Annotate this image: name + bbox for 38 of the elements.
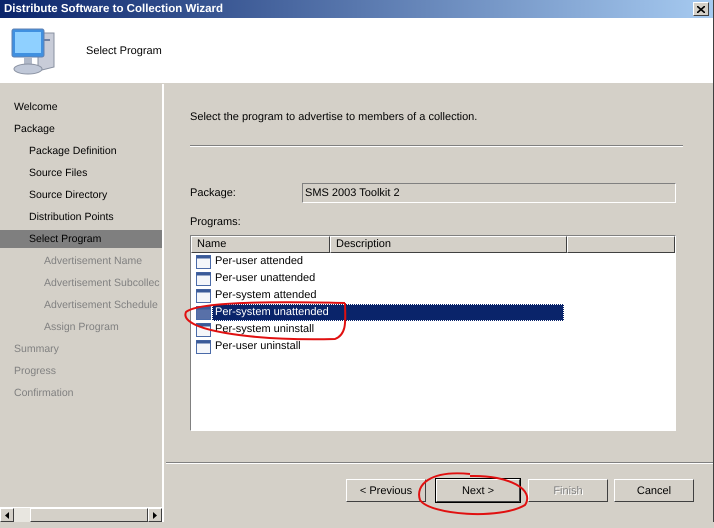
- programs-list[interactable]: Name Description Per-user attended Per-user unattended Per-system attended Per-system unattended Per-system uninstall Per-user uninstall: [190, 235, 676, 431]
- package-label: Package:: [190, 187, 237, 199]
- program-row[interactable]: Per-user attended: [212, 253, 564, 270]
- program-row[interactable]: Per-system uninstall: [212, 321, 564, 338]
- close-button[interactable]: [693, 2, 709, 16]
- scrollbar-thumb[interactable]: [30, 508, 148, 522]
- wizard-button[interactable]: < Previous: [346, 479, 426, 502]
- program-row[interactable]: Per-user unattended: [212, 270, 564, 287]
- program-icon: [196, 254, 211, 268]
- sidebar-item[interactable]: Source Files: [0, 162, 162, 184]
- sidebar-item[interactable]: Package: [0, 118, 162, 140]
- sidebar-item[interactable]: Source Directory: [0, 184, 162, 206]
- wizard-button[interactable]: Cancel: [614, 479, 694, 502]
- sidebar-item[interactable]: Select Program: [0, 230, 162, 248]
- program-icon: [196, 306, 211, 320]
- scroll-right-button[interactable]: [148, 508, 162, 522]
- sidebar-item[interactable]: Package Definition: [0, 140, 162, 162]
- sidebar-item[interactable]: Welcome: [0, 96, 162, 118]
- close-icon: [697, 6, 705, 12]
- column-header[interactable]: [567, 236, 675, 253]
- program-icon: [196, 340, 211, 354]
- program-icon: [196, 272, 211, 286]
- left-arrow-icon: [5, 512, 9, 518]
- window-title: Distribute Software to Collection Wizard: [4, 3, 224, 15]
- program-row[interactable]: Per-system attended: [212, 287, 564, 304]
- right-arrow-icon: [153, 512, 157, 518]
- wizard-button[interactable]: Next >: [436, 479, 520, 502]
- scroll-left-button[interactable]: [0, 508, 14, 522]
- column-header[interactable]: Name: [191, 236, 330, 253]
- column-header[interactable]: Description: [330, 236, 567, 253]
- package-field: SMS 2003 Toolkit 2: [302, 183, 676, 203]
- program-row[interactable]: Per-user uninstall: [212, 338, 564, 355]
- program-icon: [196, 288, 211, 302]
- sidebar-item[interactable]: Distribution Points: [0, 206, 162, 228]
- program-row[interactable]: Per-system unattended: [212, 304, 564, 321]
- programs-label: Programs:: [190, 216, 242, 230]
- instruction-text: Select the program to advertise to members of a collection.: [190, 111, 478, 125]
- page-title: Select Program: [86, 44, 162, 56]
